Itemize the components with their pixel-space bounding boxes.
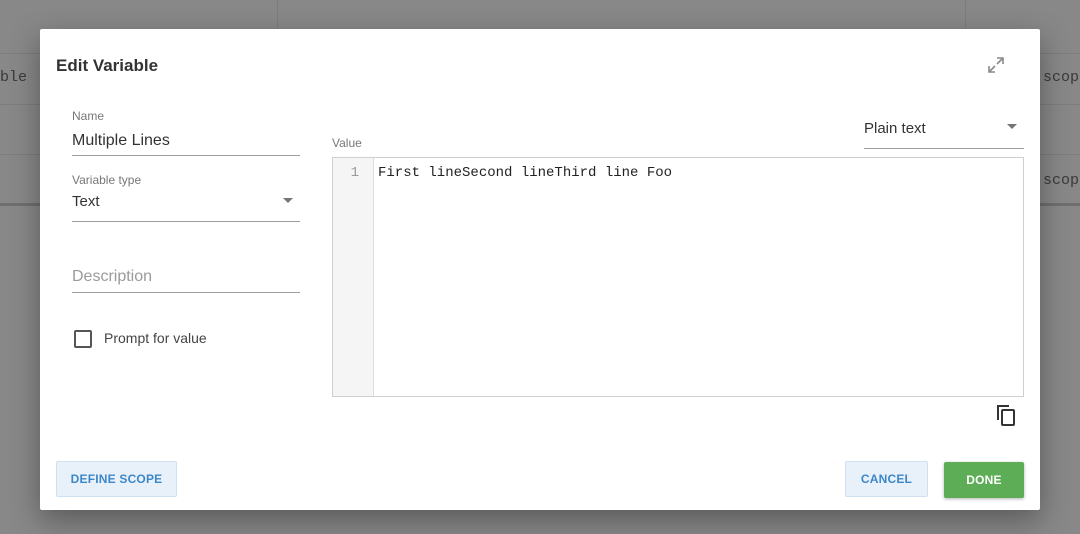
- variable-type-label: Variable type: [72, 173, 142, 187]
- line-number: 1: [350, 165, 359, 181]
- background-divider: [965, 0, 966, 30]
- name-label: Name: [72, 109, 105, 123]
- code-line[interactable]: First lineSecond lineThird line Foo: [378, 165, 672, 181]
- format-underline: [864, 148, 1024, 149]
- done-button[interactable]: DONE: [944, 462, 1024, 498]
- format-select[interactable]: Plain text: [864, 120, 926, 137]
- chevron-down-icon[interactable]: [1007, 124, 1017, 129]
- description-underline: [72, 292, 300, 293]
- background-cell: scope: [1043, 172, 1080, 189]
- background-cell: ble: [0, 69, 28, 86]
- background-cell: scope: [1043, 69, 1080, 86]
- line-number-gutter: 1: [333, 158, 374, 396]
- variable-type-select[interactable]: Text: [72, 193, 100, 210]
- define-scope-button[interactable]: DEFINE SCOPE: [56, 461, 177, 497]
- value-editor[interactable]: 1 First lineSecond lineThird line Foo: [332, 157, 1024, 397]
- dialog-title: Edit Variable: [56, 56, 159, 75]
- chevron-down-icon[interactable]: [283, 198, 293, 203]
- name-input[interactable]: Multiple Lines: [72, 132, 170, 150]
- variable-type-underline: [72, 221, 300, 222]
- value-label: Value: [332, 136, 362, 150]
- edit-variable-dialog: Edit Variable Name Multiple Lines Variab…: [40, 29, 1040, 510]
- prompt-for-value-checkbox[interactable]: [74, 330, 92, 348]
- prompt-for-value-label: Prompt for value: [104, 330, 207, 346]
- background-divider: [277, 0, 278, 30]
- cancel-button[interactable]: CANCEL: [845, 461, 928, 497]
- name-underline: [72, 155, 300, 156]
- expand-icon[interactable]: [987, 56, 1005, 74]
- description-input[interactable]: Description: [72, 268, 152, 286]
- copy-icon[interactable]: [995, 403, 1017, 427]
